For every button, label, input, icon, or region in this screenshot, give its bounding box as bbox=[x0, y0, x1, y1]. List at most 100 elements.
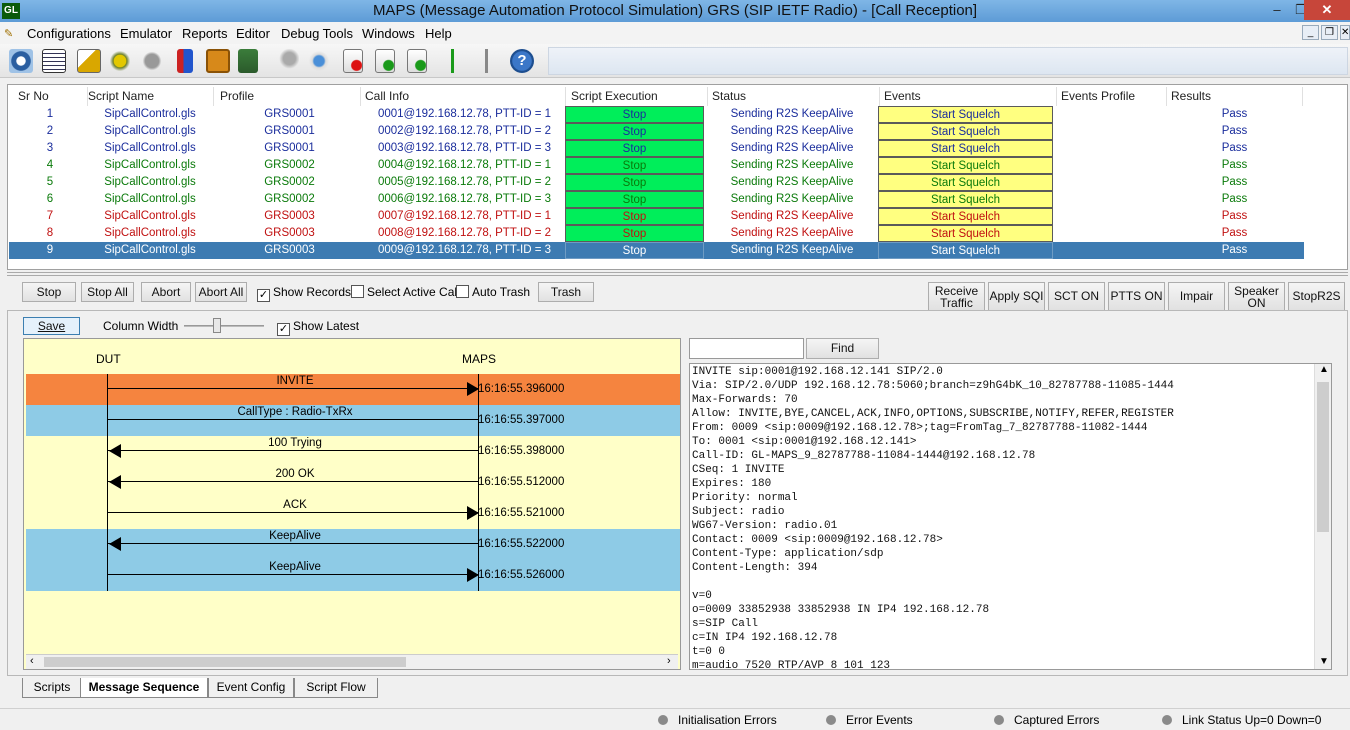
show-records-checkbox[interactable]: ✓ Show Records bbox=[257, 285, 351, 302]
table-row[interactable]: 7 SipCallControl.gls GRS0003 0007@192.168.1… bbox=[9, 208, 1304, 225]
cell-script-execution[interactable]: Stop bbox=[565, 225, 704, 242]
profile-edit-icon[interactable] bbox=[77, 49, 101, 73]
impair-button[interactable]: Impair bbox=[1168, 282, 1225, 311]
cell-script-execution[interactable]: Stop bbox=[565, 191, 704, 208]
column-width-slider-track[interactable] bbox=[184, 325, 264, 327]
cell-events[interactable]: Start Squelch bbox=[878, 225, 1053, 242]
horizontal-scrollbar[interactable]: ‹ › bbox=[26, 654, 678, 669]
select-active-call-checkbox[interactable]: Select Active Call bbox=[351, 285, 460, 299]
call-flow-icon[interactable] bbox=[440, 49, 464, 73]
table-row[interactable]: 9 SipCallControl.gls GRS0003 0009@192.168.1… bbox=[9, 242, 1304, 259]
menu-help[interactable]: Help bbox=[425, 26, 452, 41]
speaker-on-button[interactable]: Speaker ON bbox=[1228, 282, 1285, 311]
tab-event-config[interactable]: Event Config bbox=[208, 678, 294, 698]
abort-button[interactable]: Abort bbox=[141, 282, 191, 302]
table-row[interactable]: 5 SipCallControl.gls GRS0002 0005@192.168.1… bbox=[9, 174, 1304, 191]
abort-all-button[interactable]: Abort All bbox=[195, 282, 247, 302]
table-row[interactable]: 6 SipCallControl.gls GRS0002 0006@192.168.1… bbox=[9, 191, 1304, 208]
col-header-events[interactable]: Events bbox=[880, 87, 1057, 106]
scrollbar-thumb[interactable] bbox=[44, 657, 406, 667]
mdi-close-button[interactable]: ✕ bbox=[1340, 25, 1350, 40]
cell-script-execution[interactable]: Stop bbox=[565, 140, 704, 157]
tab-scripts[interactable]: Scripts bbox=[22, 678, 82, 698]
find-button[interactable]: Find bbox=[806, 338, 879, 359]
menu-editor[interactable]: Editor bbox=[236, 26, 270, 41]
cell-events[interactable]: Start Squelch bbox=[878, 208, 1053, 225]
vertical-scrollbar[interactable]: ▲ ▼ bbox=[1314, 364, 1331, 669]
bulk-call-icon[interactable] bbox=[177, 49, 193, 73]
scroll-left-icon[interactable]: ‹ bbox=[30, 655, 34, 667]
settings-icon[interactable] bbox=[9, 49, 33, 73]
col-header-script-name[interactable]: Script Name bbox=[84, 87, 214, 106]
cell-script-execution[interactable]: Stop bbox=[565, 106, 704, 123]
table-row[interactable]: 4 SipCallControl.gls GRS0002 0004@192.168.1… bbox=[9, 157, 1304, 174]
col-header-script-execution[interactable]: Script Execution bbox=[567, 87, 708, 106]
cell-events[interactable]: Start Squelch bbox=[878, 157, 1053, 174]
apply-sqi-button[interactable]: Apply SQI bbox=[988, 282, 1045, 311]
table-row[interactable]: 2 SipCallControl.gls GRS0001 0002@192.168.1… bbox=[9, 123, 1304, 140]
stop-all-button[interactable]: Stop All bbox=[81, 282, 134, 302]
call-reception-icon[interactable] bbox=[140, 49, 164, 73]
table-row[interactable]: 3 SipCallControl.gls GRS0001 0003@192.168.1… bbox=[9, 140, 1304, 157]
sequence-message[interactable]: ACK 16:16:55.521000 bbox=[26, 498, 680, 529]
mdi-minimize-button[interactable]: _ bbox=[1302, 25, 1319, 40]
close-button[interactable]: ✕ bbox=[1304, 0, 1350, 20]
sequence-message[interactable]: INVITE 16:16:55.396000 bbox=[26, 374, 680, 405]
briefcase-icon[interactable] bbox=[206, 49, 230, 73]
call-generation-icon[interactable] bbox=[108, 49, 132, 73]
cell-events[interactable]: Start Squelch bbox=[878, 106, 1053, 123]
cell-script-execution[interactable]: Stop bbox=[565, 174, 704, 191]
col-header-call-info[interactable]: Call Info bbox=[361, 87, 566, 106]
scroll-right-icon[interactable]: › bbox=[667, 655, 671, 667]
help-icon[interactable]: ? bbox=[510, 49, 534, 73]
menu-emulator[interactable]: Emulator bbox=[120, 26, 172, 41]
menu-debug-tools[interactable]: Debug Tools bbox=[281, 26, 353, 41]
capture-record-icon[interactable] bbox=[375, 49, 395, 73]
database-lock-icon[interactable] bbox=[238, 49, 258, 73]
cell-script-execution[interactable]: Stop bbox=[565, 157, 704, 174]
scrollbar-thumb[interactable] bbox=[1317, 382, 1329, 532]
auto-trash-checkbox[interactable]: Auto Trash bbox=[456, 285, 530, 299]
ptts-on-button[interactable]: PTTS ON bbox=[1108, 282, 1165, 311]
column-width-slider-thumb[interactable] bbox=[213, 318, 221, 333]
col-header-results[interactable]: Results bbox=[1167, 87, 1303, 106]
stop-button[interactable]: Stop bbox=[22, 282, 76, 302]
find-input[interactable] bbox=[689, 338, 804, 359]
cell-events[interactable]: Start Squelch bbox=[878, 191, 1053, 208]
cell-events[interactable]: Start Squelch bbox=[878, 174, 1053, 191]
sequence-message[interactable]: KeepAlive 16:16:55.522000 bbox=[26, 529, 680, 560]
sequence-message[interactable]: CallType : Radio-TxRx 16:16:55.397000 bbox=[26, 405, 680, 436]
pane-splitter[interactable] bbox=[7, 272, 1348, 276]
show-latest-checkbox[interactable]: ✓ Show Latest bbox=[277, 319, 359, 336]
script-list-icon[interactable] bbox=[42, 49, 66, 73]
save-button[interactable]: Save bbox=[23, 317, 80, 335]
wrench-icon[interactable] bbox=[275, 49, 299, 73]
play-record-icon[interactable] bbox=[407, 49, 427, 73]
cell-events[interactable]: Start Squelch bbox=[878, 140, 1053, 157]
menu-reports[interactable]: Reports bbox=[182, 26, 228, 41]
menu-configurations[interactable]: Configurations bbox=[27, 26, 111, 41]
menu-windows[interactable]: Windows bbox=[362, 26, 415, 41]
cell-events[interactable]: Start Squelch bbox=[878, 123, 1053, 140]
sct-on-button[interactable]: SCT ON bbox=[1048, 282, 1105, 311]
sequence-message[interactable]: 200 OK 16:16:55.512000 bbox=[26, 467, 680, 498]
table-row[interactable]: 8 SipCallControl.gls GRS0003 0008@192.168.1… bbox=[9, 225, 1304, 242]
col-header-events-profile[interactable]: Events Profile bbox=[1057, 87, 1167, 106]
message-detail-pane[interactable]: INVITE sip:0001@192.168.12.141 SIP/2.0 V… bbox=[689, 363, 1332, 670]
sequence-message[interactable]: KeepAlive 16:16:55.526000 bbox=[26, 560, 680, 591]
tab-script-flow[interactable]: Script Flow bbox=[294, 678, 378, 698]
mdi-restore-button[interactable]: ❐ bbox=[1321, 25, 1338, 40]
stop-record-icon[interactable] bbox=[343, 49, 363, 73]
scroll-up-icon[interactable]: ▲ bbox=[1319, 364, 1329, 375]
trash-button[interactable]: Trash bbox=[538, 282, 594, 302]
cell-events[interactable]: Start Squelch bbox=[878, 242, 1053, 259]
cell-script-execution[interactable]: Stop bbox=[565, 123, 704, 140]
table-row[interactable]: 1 SipCallControl.gls GRS0001 0001@192.168.1… bbox=[9, 106, 1304, 123]
run-tool-icon[interactable] bbox=[307, 49, 331, 73]
col-header-sr-no[interactable]: Sr No bbox=[14, 87, 88, 106]
tab-message-sequence[interactable]: Message Sequence bbox=[80, 678, 208, 698]
connection-icon[interactable] bbox=[474, 49, 498, 73]
stop-r2s-button[interactable]: StopR2S bbox=[1288, 282, 1345, 311]
col-header-profile[interactable]: Profile bbox=[216, 87, 361, 106]
cell-script-execution[interactable]: Stop bbox=[565, 208, 704, 225]
